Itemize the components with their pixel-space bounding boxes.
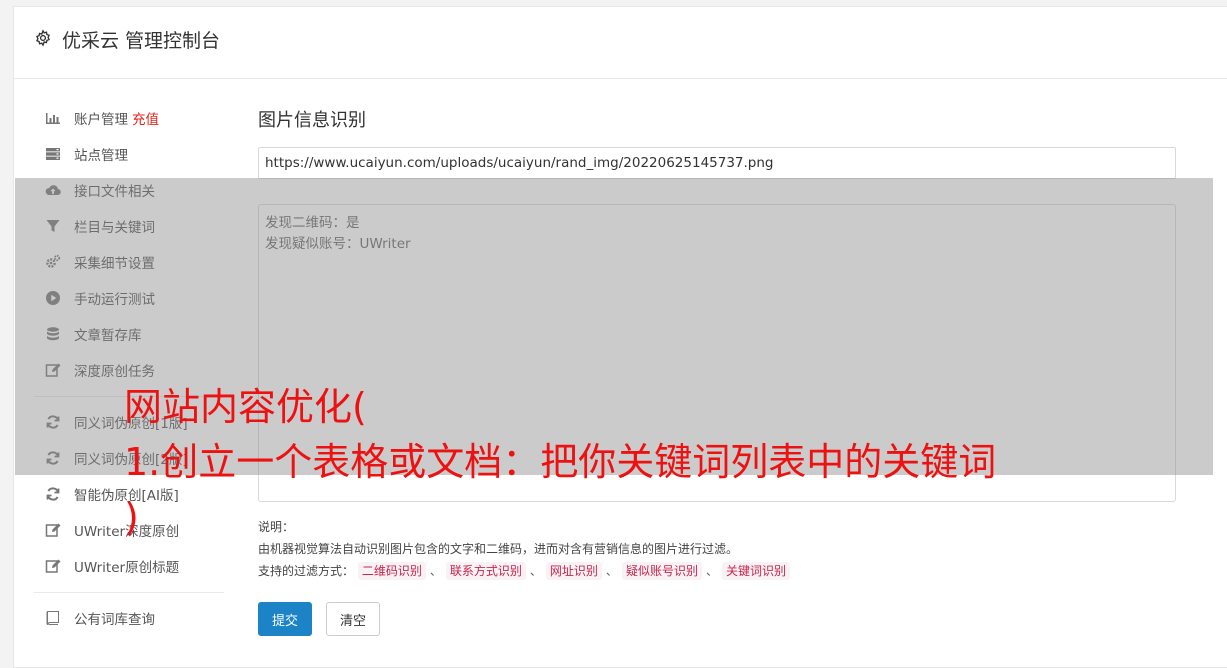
image-url-input[interactable]: https://www.ucaiyun.com/uploads/ucaiyun/… [258, 147, 1176, 179]
page-header: 优采云 管理控制台 [14, 7, 1227, 79]
edit-icon [44, 557, 62, 575]
sidebar-item-label: 站点管理 [74, 148, 128, 164]
filter-separator: 、 [529, 564, 542, 578]
filter-label: 支持的过滤方式： [258, 564, 355, 578]
sidebar-item-uwriter-title[interactable]: UWriter原创标题 [34, 548, 224, 584]
gear-icon [34, 29, 52, 47]
sidebar-item-public-lexicon[interactable]: 公有词库查询 [34, 600, 224, 636]
sidebar-item-account[interactable]: 账户管理 充值 [34, 100, 224, 136]
filter-separator: 、 [429, 564, 442, 578]
server-icon [44, 145, 62, 163]
recharge-link[interactable]: 充值 [132, 108, 159, 128]
main-content: 图片信息识别 https://www.ucaiyun.com/uploads/u… [258, 107, 1178, 636]
filter-tag-keyword: 关键词识别 [721, 562, 790, 580]
page-title: 优采云 管理控制台 [62, 30, 221, 52]
sidebar-item-sites[interactable]: 站点管理 [34, 136, 224, 172]
filter-tag-qrcode: 二维码识别 [357, 562, 426, 580]
overlay-caption: 网站内容优化( 1.创立一个表格或文档：把你关键词列表中的关键词) [124, 380, 996, 545]
overlay-line-1: 网站内容优化( [124, 385, 367, 429]
sidebar-item-label: UWriter原创标题 [74, 560, 180, 576]
sidebar-divider [34, 592, 224, 593]
filter-separator: 、 [605, 564, 618, 578]
filter-tag-account: 疑似账号识别 [621, 562, 702, 580]
submit-button[interactable]: 提交 [258, 602, 312, 636]
sidebar-item-label: 公有词库查询 [74, 612, 155, 628]
book-icon [44, 609, 62, 627]
section-title: 图片信息识别 [258, 110, 366, 131]
filter-separator: 、 [705, 564, 718, 578]
refresh-icon [44, 485, 62, 503]
overlay-line-3: ) [124, 495, 139, 539]
filter-methods: 支持的过滤方式： 二维码识别、联系方式识别、网址识别、疑似账号识别、关键词识别 [258, 560, 1176, 582]
edit-icon [44, 521, 62, 539]
filter-tag-url: 网址识别 [545, 562, 602, 580]
clear-button[interactable]: 清空 [326, 602, 380, 636]
sidebar-item-label: 账户管理 [74, 112, 128, 128]
overlay-line-2: 1.创立一个表格或文档：把你关键词列表中的关键词 [124, 440, 997, 484]
bar-chart-icon [44, 109, 62, 127]
filter-tag-contact: 联系方式识别 [445, 562, 526, 580]
